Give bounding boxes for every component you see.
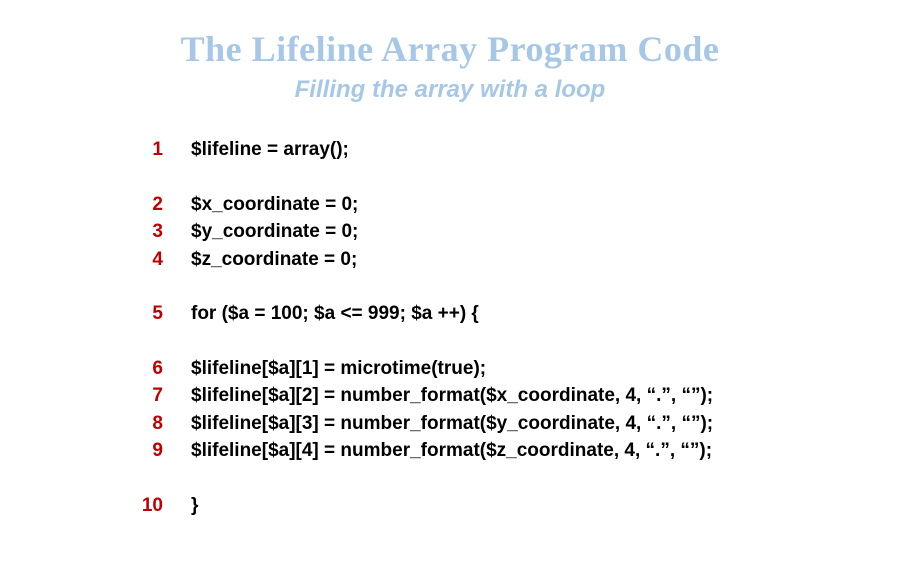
code-line: 4 $z_coordinate = 0;	[125, 246, 900, 274]
line-number: 3	[125, 218, 163, 246]
code-line: 6 $lifeline[$a][1] = microtime(true);	[125, 355, 900, 383]
line-number: 1	[125, 136, 163, 164]
code-line: 1 $lifeline = array();	[125, 136, 900, 164]
code-line: 8 $lifeline[$a][3] = number_format($y_co…	[125, 410, 900, 438]
line-number: 6	[125, 355, 163, 383]
code-line: 2 $x_coordinate = 0;	[125, 191, 900, 219]
code-text: $z_coordinate = 0;	[191, 246, 357, 274]
line-number: 7	[125, 382, 163, 410]
code-text: $y_coordinate = 0;	[191, 218, 358, 246]
code-text: }	[191, 492, 198, 520]
line-number: 8	[125, 410, 163, 438]
code-line: 7 $lifeline[$a][2] = number_format($x_co…	[125, 382, 900, 410]
blank-line	[125, 273, 900, 300]
code-line: 10 }	[125, 492, 900, 520]
code-line: 5 for ($a = 100; $a <= 999; $a ++) {	[125, 300, 900, 328]
code-text: $x_coordinate = 0;	[191, 191, 358, 219]
code-text: for ($a = 100; $a <= 999; $a ++) {	[191, 300, 479, 328]
line-number: 5	[125, 300, 163, 328]
code-text: $lifeline[$a][4] = number_format($z_coor…	[191, 437, 712, 465]
code-block: 1 $lifeline = array(); 2 $x_coordinate =…	[125, 136, 900, 519]
blank-line	[125, 465, 900, 492]
page-title: The Lifeline Array Program Code	[0, 0, 900, 70]
blank-line	[125, 164, 900, 191]
line-number: 10	[125, 492, 163, 520]
code-line: 9 $lifeline[$a][4] = number_format($z_co…	[125, 437, 900, 465]
code-text: $lifeline[$a][1] = microtime(true);	[191, 355, 486, 383]
code-line: 3 $y_coordinate = 0;	[125, 218, 900, 246]
line-number: 9	[125, 437, 163, 465]
line-number: 4	[125, 246, 163, 274]
code-text: $lifeline = array();	[191, 136, 349, 164]
blank-line	[125, 328, 900, 355]
page-subtitle: Filling the array with a loop	[0, 76, 900, 104]
line-number: 2	[125, 191, 163, 219]
code-text: $lifeline[$a][2] = number_format($x_coor…	[191, 382, 713, 410]
code-text: $lifeline[$a][3] = number_format($y_coor…	[191, 410, 713, 438]
